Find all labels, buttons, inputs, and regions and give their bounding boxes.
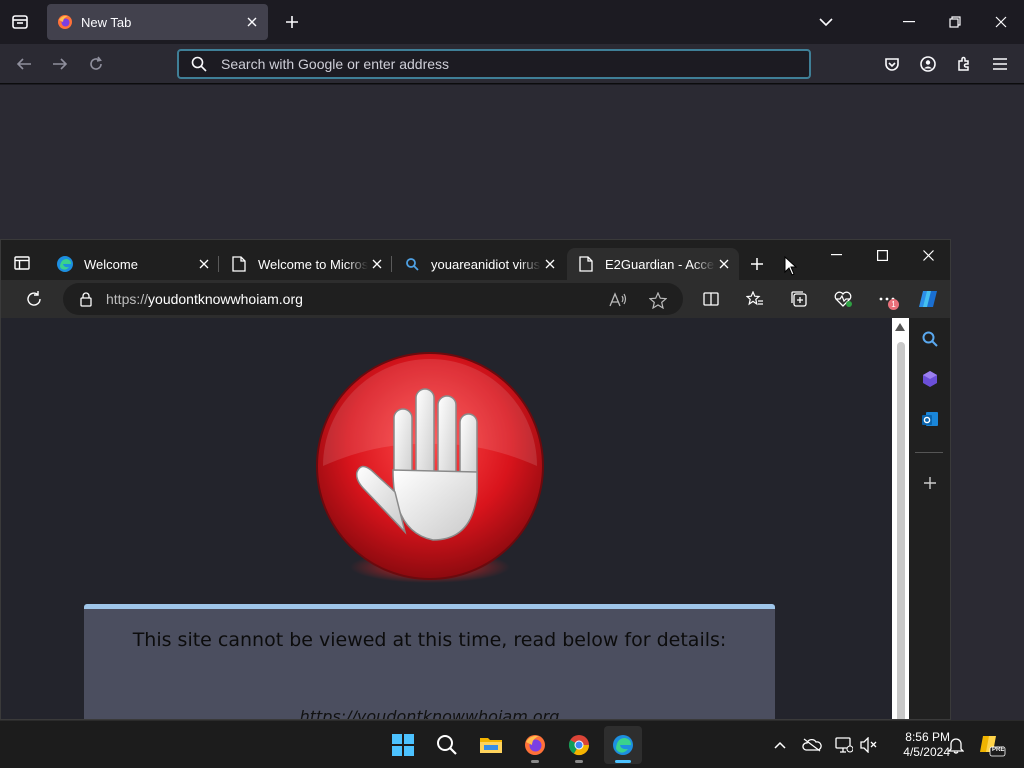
edge-logo-icon (56, 255, 74, 273)
blocked-url: https://youdontknowwhoiam.org (299, 707, 560, 720)
copilot-badge: PRE (992, 747, 1005, 753)
taskbar: 8:56 PM 4/5/2024 PRE (0, 720, 1024, 768)
vertical-scrollbar[interactable] (892, 318, 909, 719)
settings-more-icon[interactable]: 1 (874, 287, 900, 311)
collections-icon[interactable] (786, 287, 812, 311)
active-indicator (615, 760, 631, 763)
pocket-icon[interactable] (878, 50, 906, 78)
url-host: youdontknowwhoiam.org (148, 291, 303, 307)
close-tab-icon[interactable] (715, 255, 733, 273)
tab-title: Welcome to Microsoft Edge (258, 256, 368, 272)
restore-icon[interactable] (932, 0, 978, 44)
menu-icon[interactable] (986, 50, 1014, 78)
edge-tab-bar: Welcome Welcome to Microsoft Edge youare… (1, 240, 950, 280)
close-tab-icon[interactable] (541, 255, 559, 273)
tab-new-tab[interactable]: New Tab (47, 4, 268, 40)
edge-tab-welcome-edge[interactable]: Welcome to Microsoft Edge (220, 248, 392, 280)
new-tab-icon[interactable] (745, 252, 769, 276)
close-window-icon[interactable] (978, 0, 1024, 44)
address-bar[interactable] (177, 49, 811, 79)
scroll-up-icon[interactable] (895, 323, 905, 331)
minimize-icon[interactable] (886, 0, 932, 44)
account-icon[interactable] (914, 50, 942, 78)
tab-title: New Tab (81, 14, 132, 30)
sidebar-divider (915, 452, 943, 453)
browser-essentials-icon[interactable] (830, 287, 856, 311)
outlook-icon[interactable] (917, 406, 943, 432)
copilot-icon[interactable] (915, 287, 941, 311)
firefox-view-icon[interactable] (6, 8, 34, 36)
volume-muted-icon[interactable] (859, 735, 879, 755)
split-screen-icon[interactable] (698, 287, 724, 311)
tab-actions-icon[interactable] (9, 250, 35, 276)
search-icon (191, 56, 207, 72)
blocked-page: This site cannot be viewed at this time,… (1, 318, 892, 720)
add-icon[interactable] (917, 470, 943, 496)
firefox-tab-strip: New Tab (0, 0, 1024, 44)
page-icon (577, 255, 595, 273)
extensions-icon[interactable] (950, 50, 978, 78)
block-heading: This site cannot be viewed at this time,… (132, 629, 727, 651)
clock-time: 8:56 PM (905, 730, 950, 744)
edge-icon[interactable] (604, 726, 642, 764)
file-explorer-icon[interactable] (472, 726, 510, 764)
page-icon (230, 255, 248, 273)
close-tab-icon[interactable] (195, 255, 213, 273)
clock-date: 4/5/2024 (903, 745, 950, 759)
address-input[interactable] (221, 56, 781, 72)
close-window-icon[interactable] (905, 240, 950, 270)
close-tab-icon[interactable] (368, 255, 386, 273)
maximize-icon[interactable] (859, 240, 905, 270)
running-indicator (531, 760, 539, 763)
url-scheme: https:// (106, 291, 149, 307)
edge-toolbar: https://youdontknowwhoiam.org 1 (1, 280, 950, 318)
mouse-cursor-icon (784, 256, 798, 276)
edge-tab-search[interactable]: youareanidiot virus - Search (393, 248, 565, 280)
microsoft-designer-icon[interactable] (917, 366, 943, 392)
close-tab-icon[interactable] (240, 10, 264, 34)
start-icon[interactable] (384, 726, 422, 764)
firefox-logo-icon (57, 14, 73, 30)
search-icon (403, 255, 421, 273)
new-tab-icon[interactable] (278, 8, 306, 36)
edge-tab-welcome[interactable]: Welcome (46, 248, 219, 280)
list-all-tabs-icon[interactable] (812, 8, 840, 36)
show-hidden-icons-icon[interactable] (770, 735, 790, 755)
edge-address-bar[interactable]: https://youdontknowwhoiam.org (63, 283, 683, 315)
tab-title: E2Guardian - Access Denied (605, 256, 715, 272)
firefox-icon[interactable] (516, 726, 554, 764)
lock-icon[interactable] (80, 291, 92, 307)
copilot-preview-icon[interactable]: PRE (978, 732, 1006, 758)
scroll-thumb[interactable] (897, 342, 905, 719)
running-indicator (575, 760, 583, 763)
search-icon[interactable] (428, 726, 466, 764)
tab-title: youareanidiot virus - Search (431, 256, 541, 272)
tab-title: Welcome (84, 256, 138, 272)
refresh-icon[interactable] (21, 286, 47, 312)
firefox-nav-bar (0, 44, 1024, 84)
onedrive-icon[interactable] (802, 735, 822, 755)
favorites-icon[interactable] (742, 287, 768, 311)
search-icon[interactable] (917, 326, 943, 352)
chrome-icon[interactable] (560, 726, 598, 764)
edge-url[interactable]: https://youdontknowwhoiam.org (106, 291, 303, 307)
block-details-panel: This site cannot be viewed at this time,… (84, 604, 775, 720)
notifications-bell-icon[interactable] (946, 735, 966, 755)
notification-badge: 1 (888, 299, 899, 310)
forward-icon[interactable] (46, 50, 74, 78)
network-icon[interactable] (834, 735, 854, 755)
read-aloud-icon[interactable] (607, 290, 629, 310)
reload-icon[interactable] (82, 50, 110, 78)
favorite-star-icon[interactable] (647, 290, 669, 310)
edge-window: Welcome Welcome to Microsoft Edge youare… (0, 239, 951, 720)
back-icon[interactable] (10, 50, 38, 78)
minimize-icon[interactable] (813, 240, 859, 270)
system-clock[interactable]: 8:56 PM 4/5/2024 (886, 730, 950, 760)
edge-sidebar (909, 318, 950, 719)
edge-tab-e2guardian[interactable]: E2Guardian - Access Denied (567, 248, 739, 280)
stop-hand-icon (313, 352, 547, 586)
